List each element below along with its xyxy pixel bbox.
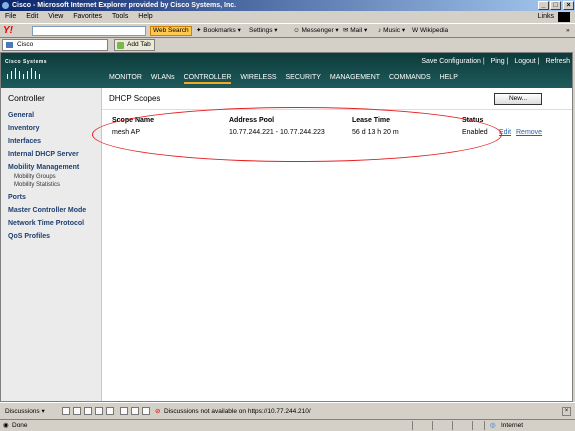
add-tab-button[interactable]: Add Tab xyxy=(114,39,155,51)
discussion-tool-icon[interactable] xyxy=(120,407,128,415)
messenger-icon: ☺ xyxy=(293,27,300,34)
main-nav: MONITOR WLANs CONTROLLER WIRELESS SECURI… xyxy=(109,74,465,84)
page-title: DHCP Scopes xyxy=(109,94,161,103)
divider xyxy=(432,421,433,430)
wikipedia-button[interactable]: W Wikipedia xyxy=(412,24,448,38)
messenger-button[interactable]: ☺ Messenger ▾ xyxy=(293,24,339,38)
cisco-header: Cisco Systems Save Configuration | Ping … xyxy=(1,53,572,88)
discussions-bar: Discussions ▾ ⊘ Discussions not availabl… xyxy=(0,402,575,420)
music-button[interactable]: ♪ Music ▾ xyxy=(378,24,405,38)
remove-link[interactable]: Remove xyxy=(516,129,542,136)
menu-edit[interactable]: Edit xyxy=(26,13,38,20)
divider xyxy=(484,421,485,430)
settings-button[interactable]: Settings ▾ xyxy=(249,24,278,38)
divider xyxy=(472,421,473,430)
sidebar: Controller General Inventory Interfaces … xyxy=(1,88,102,401)
sidebar-subitem-mobility-statistics[interactable]: Mobility Statistics xyxy=(14,182,60,188)
sidebar-item-interfaces[interactable]: Interfaces xyxy=(8,138,41,145)
close-button[interactable]: × xyxy=(563,1,574,10)
wikipedia-icon: W xyxy=(412,27,419,34)
web-page: Cisco Systems Save Configuration | Ping … xyxy=(0,52,573,402)
windows-logo-icon xyxy=(558,12,570,22)
close-discussions-icon[interactable]: × xyxy=(562,407,571,416)
internet-zone-icon: ◎ xyxy=(490,422,496,429)
sidebar-item-inventory[interactable]: Inventory xyxy=(8,125,40,132)
nav-help[interactable]: HELP xyxy=(440,74,458,81)
web-search-button[interactable]: Web Search xyxy=(150,26,192,36)
cisco-logo: Cisco Systems xyxy=(5,59,48,65)
sidebar-item-internal-dhcp-server[interactable]: Internal DHCP Server xyxy=(8,151,79,158)
discussions-button[interactable]: Discussions ▾ xyxy=(5,403,45,420)
nav-security[interactable]: SECURITY xyxy=(286,74,321,81)
nav-wireless[interactable]: WIRELESS xyxy=(240,74,276,81)
menu-view[interactable]: View xyxy=(48,13,63,20)
discussion-tool-icon[interactable] xyxy=(106,407,114,415)
sidebar-item-mobility-management[interactable]: Mobility Management xyxy=(8,164,79,171)
mail-icon: ✉ xyxy=(343,27,349,34)
zone-label: Internet xyxy=(501,422,524,429)
header-links: Save Configuration | Ping | Logout | Ref… xyxy=(421,58,570,65)
status-bar: ◉ Done ◎ Internet xyxy=(0,419,575,431)
search-input[interactable] xyxy=(32,26,146,36)
bookmarks-icon: ✦ xyxy=(196,27,202,34)
logout-link[interactable]: Logout xyxy=(514,58,535,65)
maximize-button[interactable]: □ xyxy=(550,1,561,10)
window-title-bar: Cisco - Microsoft Internet Explorer prov… xyxy=(0,0,575,11)
sidebar-item-network-time-protocol[interactable]: Network Time Protocol xyxy=(8,220,84,227)
add-tab-label: Add Tab xyxy=(127,41,151,48)
annotation-ellipse xyxy=(92,107,502,162)
window-title: Cisco - Microsoft Internet Explorer prov… xyxy=(12,2,237,9)
tab-cisco[interactable]: Cisco xyxy=(2,39,108,51)
new-button[interactable]: New... xyxy=(494,93,542,105)
page-icon xyxy=(6,42,13,48)
page-done-icon: ◉ xyxy=(3,422,9,429)
nav-commands[interactable]: COMMANDS xyxy=(389,74,431,81)
menu-favorites[interactable]: Favorites xyxy=(73,13,102,20)
sidebar-item-ports[interactable]: Ports xyxy=(8,194,26,201)
mail-button[interactable]: ✉ Mail ▾ xyxy=(343,24,367,38)
tab-bar: Cisco Add Tab xyxy=(0,38,575,52)
divider xyxy=(452,421,453,430)
add-icon xyxy=(117,42,124,49)
discussion-tool-icon[interactable] xyxy=(73,407,81,415)
ie-icon xyxy=(2,2,9,9)
no-entry-icon: ⊘ xyxy=(155,408,161,415)
sidebar-item-master-controller-mode[interactable]: Master Controller Mode xyxy=(8,207,86,214)
discussion-tool-icon[interactable] xyxy=(95,407,103,415)
tab-label: Cisco xyxy=(17,41,34,48)
main-content: DHCP Scopes New... Scope Name Address Po… xyxy=(92,88,572,401)
menu-tools[interactable]: Tools xyxy=(112,13,128,20)
ping-link[interactable]: Ping xyxy=(491,58,505,65)
nav-management[interactable]: MANAGEMENT xyxy=(330,74,380,81)
nav-monitor[interactable]: MONITOR xyxy=(109,74,142,81)
sidebar-subitem-mobility-groups[interactable]: Mobility Groups xyxy=(14,174,56,180)
sidebar-item-qos-profiles[interactable]: QoS Profiles xyxy=(8,233,50,240)
cisco-bridge-logo-icon xyxy=(7,68,40,79)
nav-controller[interactable]: CONTROLLER xyxy=(183,74,232,84)
yahoo-toolbar: Y! Web Search ✦ Bookmarks ▾ Settings ▾ ☺… xyxy=(0,23,575,38)
menu-help[interactable]: Help xyxy=(138,13,152,20)
divider xyxy=(412,421,413,430)
yahoo-logo-icon[interactable]: Y! xyxy=(3,25,13,37)
discussion-tool-icon[interactable] xyxy=(142,407,150,415)
refresh-link[interactable]: Refresh xyxy=(545,58,570,65)
sidebar-title: Controller xyxy=(8,93,45,103)
minimize-button[interactable]: _ xyxy=(538,1,549,10)
discussion-tool-icon[interactable] xyxy=(62,407,70,415)
links-toolbar[interactable]: Links xyxy=(538,11,554,23)
toolbar-overflow-icon[interactable]: » xyxy=(566,24,570,38)
save-configuration-link[interactable]: Save Configuration xyxy=(421,58,481,65)
menu-bar: File Edit View Favorites Tools Help Link… xyxy=(0,11,575,23)
discussion-tool-icon[interactable] xyxy=(131,407,139,415)
bookmarks-button[interactable]: ✦ Bookmarks ▾ xyxy=(196,24,241,38)
discussion-tool-icon[interactable] xyxy=(84,407,92,415)
discussions-message: Discussions not available on https://10.… xyxy=(164,408,311,415)
music-icon: ♪ xyxy=(378,27,382,34)
menu-file[interactable]: File xyxy=(5,13,16,20)
status-text: Done xyxy=(12,422,28,429)
sidebar-item-general[interactable]: General xyxy=(8,112,34,119)
nav-wlans[interactable]: WLANs xyxy=(151,74,175,81)
